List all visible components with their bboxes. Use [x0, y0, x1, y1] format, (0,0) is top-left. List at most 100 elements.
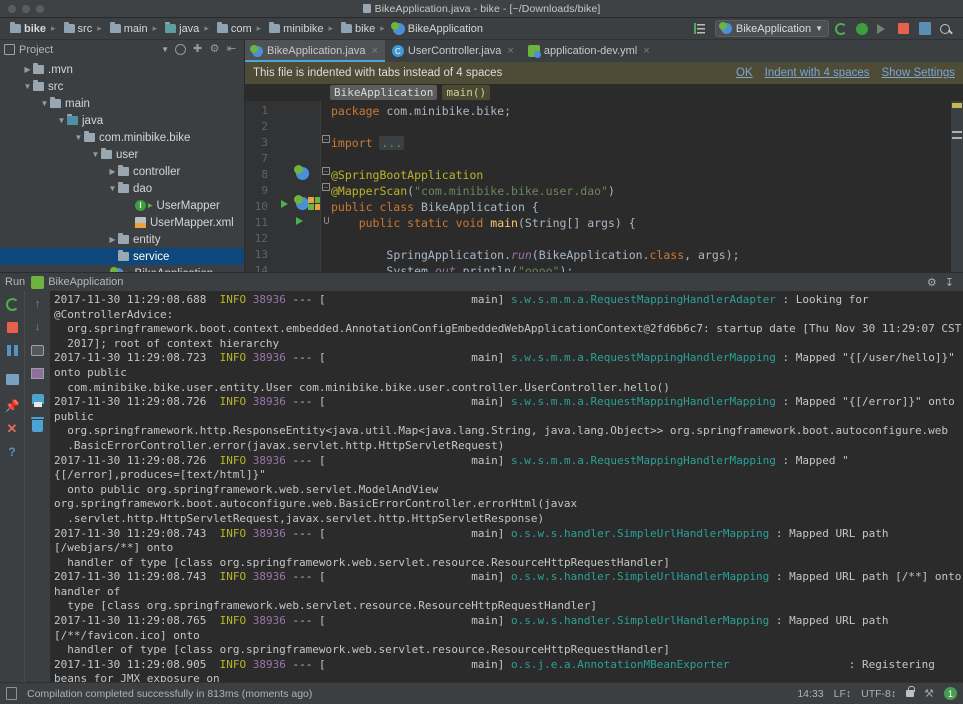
- tree-node-controller[interactable]: ▶ controller: [0, 163, 244, 180]
- notification-badge[interactable]: 1: [944, 687, 957, 700]
- line-separator-indicator[interactable]: LF↕: [834, 688, 852, 700]
- breadcrumb-bikeapplication[interactable]: BikeApplication: [389, 21, 487, 37]
- tree-node-com-minibike-bike[interactable]: ▼ com.minibike.bike: [0, 129, 244, 146]
- breadcrumb-bike-pkg[interactable]: bike▸: [337, 21, 389, 37]
- breadcrumb-bike[interactable]: bike▸: [6, 21, 60, 37]
- chevron-right-icon[interactable]: ▶: [107, 167, 118, 176]
- code-text[interactable]: package com.minibike.bike; import ... @S…: [331, 101, 963, 272]
- run-gutter-icon[interactable]: [281, 200, 288, 208]
- soft-wrap-icon[interactable]: [31, 343, 45, 357]
- pin-icon[interactable]: 📌: [5, 399, 19, 413]
- chevron-down-icon[interactable]: ▼: [73, 133, 84, 142]
- tree-node-dao[interactable]: ▼ dao: [0, 180, 244, 197]
- run-button[interactable]: [835, 21, 850, 36]
- close-tab-icon[interactable]: ×: [371, 45, 377, 57]
- tree-node-usermapper-xml[interactable]: UserMapper.xml: [0, 214, 244, 231]
- window-title: BikeApplication.java - bike - [~/Downloa…: [0, 3, 963, 15]
- tree-node-mvn[interactable]: ▶ .mvn: [0, 61, 244, 78]
- code-folding-gutter[interactable]: – – – –: [320, 101, 331, 272]
- breadcrumb-java[interactable]: java▸: [161, 21, 213, 37]
- breadcrumb-method[interactable]: main(): [442, 85, 490, 100]
- run-with-coverage-button[interactable]: [877, 21, 892, 36]
- scroll-from-source-icon[interactable]: [175, 44, 186, 55]
- collapse-all-icon[interactable]: ✚: [192, 44, 203, 55]
- scroll-up-icon[interactable]: ↑: [31, 297, 45, 311]
- chevron-down-icon[interactable]: ▼: [90, 150, 101, 159]
- run-configuration-selector[interactable]: BikeApplication ▼: [715, 20, 829, 37]
- run-configuration-name: BikeApplication: [736, 23, 811, 35]
- layout-icon[interactable]: [5, 372, 19, 386]
- fold-annotation-icon[interactable]: –: [322, 183, 330, 191]
- breadcrumb-class[interactable]: BikeApplication: [330, 85, 437, 100]
- close-tab-icon[interactable]: ×: [643, 45, 649, 57]
- change-stripe[interactable]: [952, 137, 962, 139]
- tab-bikeapplication-java[interactable]: BikeApplication.java ×: [245, 40, 385, 62]
- chevron-down-icon[interactable]: ▼: [39, 99, 50, 108]
- tree-node-user[interactable]: ▼ user: [0, 146, 244, 163]
- fold-method-end-icon[interactable]: [324, 217, 329, 224]
- debug-button[interactable]: [856, 21, 871, 36]
- hide-panel-icon[interactable]: ↧: [945, 276, 954, 289]
- hide-icon[interactable]: ⇤: [226, 44, 237, 55]
- settings-gear-icon[interactable]: ⚙: [209, 44, 220, 55]
- fold-annotation-icon[interactable]: –: [322, 167, 330, 175]
- console-line-continuation: org.springframework.http.ResponseEntity<…: [54, 424, 963, 439]
- warning-stripe[interactable]: [952, 103, 962, 108]
- print-icon[interactable]: [31, 392, 45, 406]
- fold-import-icon[interactable]: –: [322, 135, 330, 143]
- sync-icon[interactable]: [694, 21, 709, 36]
- tree-node-src[interactable]: ▼ src: [0, 78, 244, 95]
- breadcrumb-label: BikeApplication: [408, 23, 483, 35]
- change-stripe[interactable]: [952, 131, 962, 133]
- scroll-to-end-icon[interactable]: [31, 366, 45, 380]
- search-everywhere-icon[interactable]: [940, 21, 955, 36]
- chevron-right-icon[interactable]: ▶: [22, 65, 33, 74]
- tree-node-entity[interactable]: ▶ entity: [0, 231, 244, 248]
- breadcrumb-com[interactable]: com▸: [213, 21, 265, 37]
- line-number: 14: [245, 263, 268, 272]
- tree-node-service[interactable]: service: [0, 248, 244, 265]
- lock-icon[interactable]: [906, 690, 914, 697]
- help-icon[interactable]: ?: [5, 445, 19, 459]
- stop-icon[interactable]: [5, 320, 19, 334]
- chevron-right-icon[interactable]: ▶: [107, 235, 118, 244]
- editor-gutter-markers[interactable]: [273, 101, 320, 272]
- close-icon[interactable]: ✕: [5, 422, 19, 436]
- tree-node-main[interactable]: ▼ main: [0, 95, 244, 112]
- tree-node-bikeapplication[interactable]: ▸ BikeApplication: [0, 265, 244, 272]
- tab-application-dev-yml[interactable]: application-dev.yml ×: [521, 40, 657, 62]
- close-tab-icon[interactable]: ×: [507, 45, 513, 57]
- console-output[interactable]: 2017-11-30 11:29:08.688 INFO 38936 --- […: [50, 291, 963, 682]
- chevron-down-icon[interactable]: ▼: [161, 45, 169, 54]
- breadcrumb-minibike[interactable]: minibike▸: [265, 21, 337, 37]
- notification-ok-link[interactable]: OK: [736, 67, 753, 79]
- pause-icon[interactable]: [5, 343, 19, 357]
- chevron-down-icon[interactable]: ▼: [22, 82, 33, 91]
- notification-settings-link[interactable]: Show Settings: [881, 67, 955, 79]
- code-editor[interactable]: 1 2 3 7 8 9 10 11 12 13 14 15 16: [245, 101, 963, 272]
- chevron-down-icon[interactable]: ▼: [107, 184, 118, 193]
- tab-label: UserController.java: [408, 45, 502, 57]
- scroll-down-icon[interactable]: ↓: [31, 320, 45, 334]
- breadcrumb-main[interactable]: main▸: [106, 21, 161, 37]
- build-project-button[interactable]: [919, 21, 934, 36]
- breadcrumb-src[interactable]: src▸: [60, 21, 106, 37]
- hammer-icon[interactable]: ⚒: [924, 687, 934, 700]
- chevron-down-icon[interactable]: ▼: [56, 116, 67, 125]
- run-method-gutter-icon[interactable]: [296, 217, 303, 225]
- rerun-icon[interactable]: [5, 297, 19, 311]
- run-header-tools: ⚙ ↧: [927, 276, 958, 289]
- notification-indent-link[interactable]: Indent with 4 spaces: [765, 67, 870, 79]
- tree-node-java[interactable]: ▼ java: [0, 112, 244, 129]
- settings-gear-icon[interactable]: ⚙: [927, 276, 937, 289]
- tree-node-usermapper[interactable]: I▸ UserMapper: [0, 197, 244, 214]
- tab-usercontroller-java[interactable]: C UserController.java ×: [385, 40, 521, 62]
- stop-button[interactable]: [898, 21, 913, 36]
- spring-bean-gutter-icon[interactable]: [296, 167, 309, 180]
- encoding-indicator[interactable]: UTF-8↕: [861, 688, 896, 700]
- console-line-continuation: handler of type [class org.springframewo…: [54, 556, 963, 571]
- package-icon: [118, 184, 129, 193]
- error-stripe-marker-bar[interactable]: [951, 101, 963, 272]
- clear-all-icon[interactable]: [31, 419, 45, 433]
- toggle-tool-windows-icon[interactable]: [6, 687, 17, 700]
